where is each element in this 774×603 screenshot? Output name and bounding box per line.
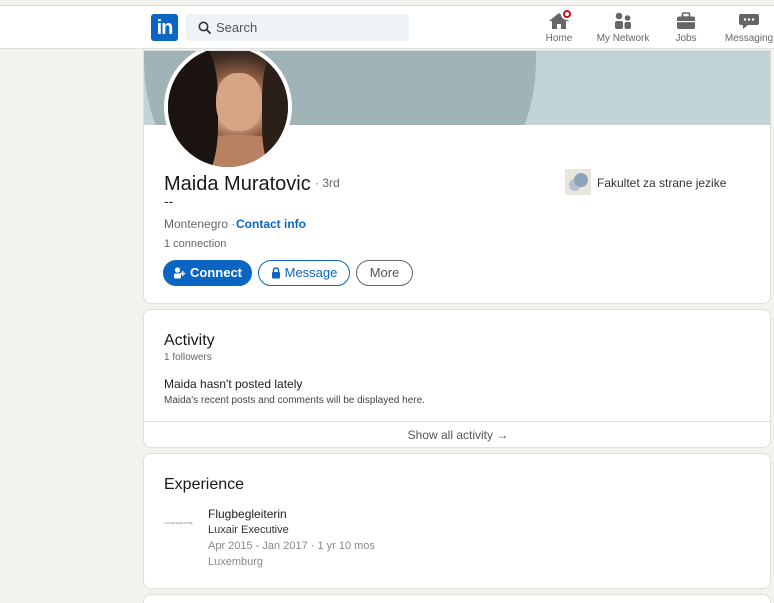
nav-my-network[interactable]: My Network — [594, 12, 652, 44]
search-icon — [198, 21, 211, 34]
experience-title: Experience — [164, 476, 245, 493]
activity-empty-subtitle: Maida's recent posts and comments will b… — [164, 395, 425, 406]
nav-jobs[interactable]: Jobs — [670, 12, 702, 44]
contact-info-link[interactable]: Contact info — [236, 217, 306, 231]
activity-section: Activity 1 followers Maida hasn't posted… — [143, 309, 771, 448]
home-icon — [548, 8, 573, 30]
connections-count: 1 connection — [164, 238, 227, 250]
nav-home[interactable]: Home — [541, 8, 577, 44]
message-button[interactable]: Message — [258, 260, 350, 286]
experience-dates: Apr 2015 - Jan 2017 · 1 yr 10 mos — [208, 540, 375, 552]
school-name: Fakultet za strane jezike — [597, 176, 727, 190]
linkedin-logo-icon[interactable]: in — [151, 14, 178, 41]
school-logo-icon — [565, 169, 591, 195]
activity-empty-title: Maida hasn't posted lately — [164, 377, 303, 391]
profile-headline: -- — [164, 193, 174, 209]
nav-jobs-label: Jobs — [675, 33, 697, 44]
network-icon — [612, 12, 634, 30]
profile-photo[interactable] — [164, 51, 292, 171]
search-box[interactable] — [186, 14, 409, 41]
profile-top-card: Maida Muratovic · 3rd -- Montenegro · Co… — [143, 50, 771, 304]
search-input[interactable] — [216, 18, 396, 37]
experience-role: Flugbegleiterin — [208, 507, 287, 521]
nav-my-network-label: My Network — [596, 33, 650, 44]
nav-messaging-label: Messaging — [724, 33, 774, 44]
message-label: Message — [284, 265, 338, 280]
nav-messaging[interactable]: Messaging — [724, 12, 774, 44]
messaging-icon — [738, 12, 760, 30]
more-button[interactable]: More — [356, 260, 413, 286]
experience-location: Luxemburg — [208, 556, 264, 568]
connect-button[interactable]: Connect — [163, 260, 252, 286]
connection-degree: · 3rd — [315, 176, 340, 190]
profile-location: Montenegro · — [164, 217, 236, 231]
connect-label: Connect — [190, 265, 242, 280]
briefcase-icon — [675, 12, 697, 30]
lock-icon — [271, 266, 280, 279]
experience-section: Experience LUXAIR EXECUTIVE Flugbegleite… — [143, 453, 771, 589]
experience-company: Luxair Executive — [208, 524, 289, 536]
show-all-activity-link[interactable]: Show all activity → — [144, 421, 770, 447]
next-section-card — [143, 594, 771, 603]
followers-count: 1 followers — [164, 352, 212, 363]
profile-name: Maida Muratovic — [164, 173, 311, 195]
global-nav: in Home My Network — [0, 6, 774, 49]
notification-badge — [561, 8, 573, 20]
company-logo[interactable]: LUXAIR EXECUTIVE — [164, 521, 204, 525]
add-person-icon — [174, 266, 186, 279]
activity-title: Activity — [164, 332, 215, 349]
nav-home-label: Home — [545, 33, 573, 44]
